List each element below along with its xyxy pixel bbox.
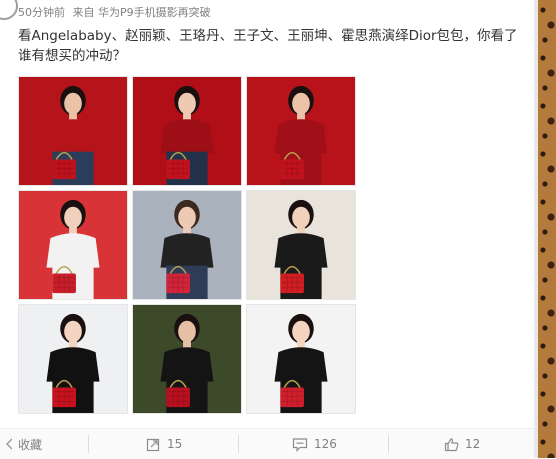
photo-thumbnail (247, 191, 355, 299)
comment-count: 126 (314, 437, 337, 451)
post-image[interactable] (132, 190, 242, 300)
action-divider (238, 435, 239, 453)
action-bar: 收藏 15 126 12 (0, 428, 538, 459)
post-image[interactable] (18, 304, 128, 414)
post-image[interactable] (18, 190, 128, 300)
post-image[interactable] (18, 76, 128, 186)
thumbs-up-icon (444, 437, 459, 451)
like-button[interactable]: 12 (444, 429, 480, 459)
post-meta: 50分钟前 来自 华为P9手机摄影再突破 (18, 4, 215, 20)
repost-icon (146, 438, 160, 451)
avatar[interactable] (0, 0, 18, 20)
photo-thumbnail (247, 305, 355, 413)
weibo-post-card: 50分钟前 来自 华为P9手机摄影再突破 看Angelababy、赵丽颖、王珞丹… (0, 0, 556, 459)
repost-button[interactable]: 15 (146, 429, 182, 459)
favorite-button[interactable]: 收藏 (4, 429, 42, 459)
post-image[interactable] (132, 76, 242, 186)
action-divider (88, 435, 89, 453)
star-icon (6, 438, 12, 450)
favorite-label: 收藏 (18, 437, 43, 452)
photo-thumbnail (19, 77, 127, 185)
comment-icon (292, 437, 308, 452)
page-background (538, 0, 556, 458)
post-image[interactable] (246, 304, 356, 414)
post-image[interactable] (132, 304, 242, 414)
photo-thumbnail (133, 305, 241, 413)
photo-thumbnail (133, 77, 241, 185)
photo-thumbnail (19, 191, 127, 299)
photo-thumbnail (133, 191, 241, 299)
photo-thumbnail (19, 305, 127, 413)
post-source[interactable]: 来自 华为P9手机摄影再突破 (73, 6, 211, 19)
post-image[interactable] (246, 76, 356, 186)
like-count: 12 (465, 437, 481, 451)
post-image[interactable] (246, 190, 356, 300)
action-divider (388, 435, 389, 453)
post-time[interactable]: 50分钟前 (18, 6, 65, 19)
post-text: 看Angelababy、赵丽颖、王珞丹、王子文、王丽坤、霍思燕演绎Dior包包，… (18, 28, 518, 64)
comment-button[interactable]: 126 (292, 429, 337, 459)
photo-thumbnail (247, 77, 355, 185)
repost-count: 15 (167, 437, 183, 451)
